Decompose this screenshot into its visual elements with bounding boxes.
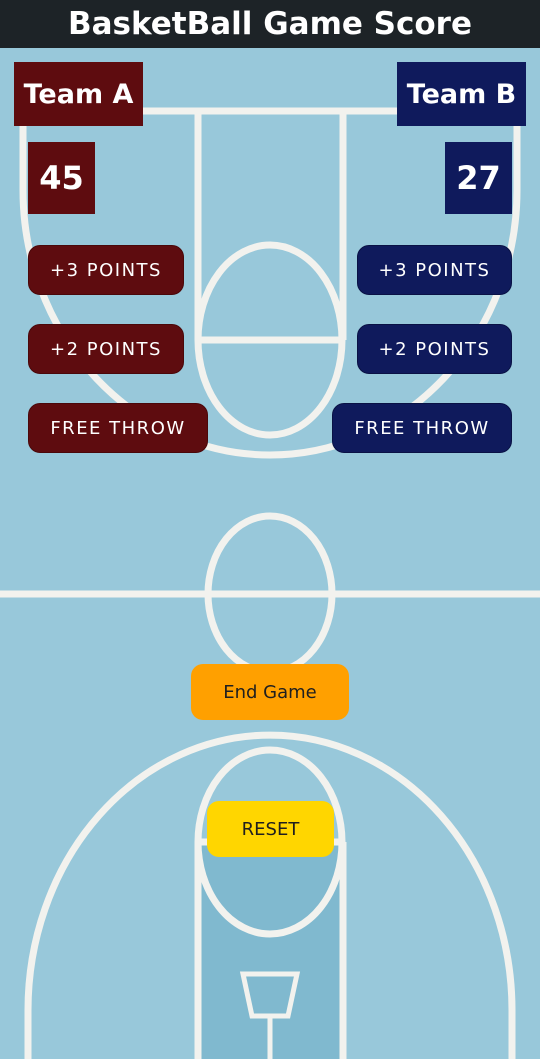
team-b-name: Team B [397,62,526,126]
team-a-plus-2-button[interactable]: +2 POINTS [28,324,184,374]
team-b-plus-2-button[interactable]: +2 POINTS [357,324,512,374]
team-a-name: Team A [14,62,143,126]
team-b-score: 27 [445,142,512,214]
app-title: BasketBall Game Score [0,0,540,48]
team-b-plus-3-button[interactable]: +3 POINTS [357,245,512,295]
reset-button[interactable]: RESET [207,801,334,857]
end-game-button[interactable]: End Game [191,664,349,720]
team-a-score: 45 [28,142,95,214]
team-b-free-throw-button[interactable]: FREE THROW [332,403,512,453]
team-a-free-throw-button[interactable]: FREE THROW [28,403,208,453]
team-a-plus-3-button[interactable]: +3 POINTS [28,245,184,295]
